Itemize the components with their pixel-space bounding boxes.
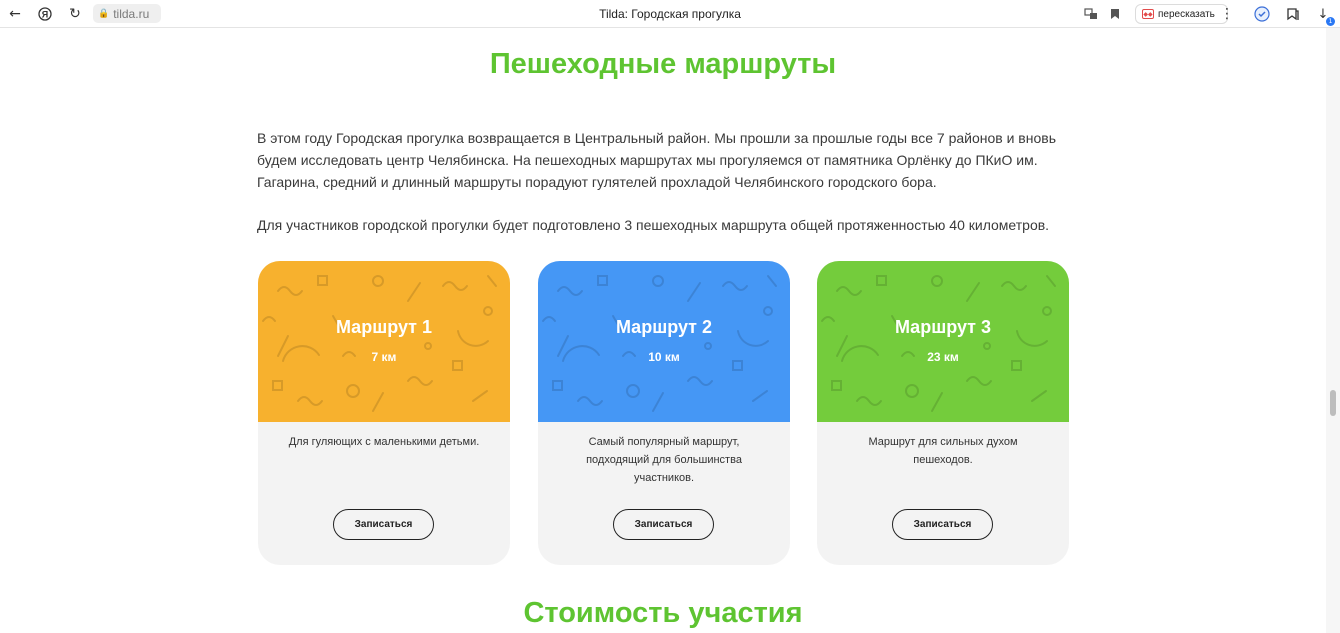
section-title: Пешеходные маршруты xyxy=(489,48,837,80)
doodle-pattern xyxy=(262,275,497,412)
summarize-button[interactable]: ◆◆ пересказать xyxy=(1135,4,1228,24)
route-title: Маршрут 1 xyxy=(335,317,433,337)
route-description: Маршрут для сильных духом пешеходов. xyxy=(868,436,1018,466)
next-section-title: Стоимость участия xyxy=(523,597,803,629)
route-distance: 23 км xyxy=(927,350,959,364)
bookmark-icon[interactable] xyxy=(1106,5,1124,23)
route-card: Маршрут 2 10 км Самый популярный маршрут… xyxy=(538,261,790,565)
route-card-header: Маршрут 3 23 км xyxy=(817,261,1069,422)
reload-icon[interactable]: ↻ xyxy=(66,5,84,23)
doodle-pattern xyxy=(821,275,1056,412)
summarize-icon: ◆◆ xyxy=(1142,9,1154,19)
route-title: Маршрут 3 xyxy=(894,317,992,337)
intro-paragraph: В этом году Городская прогулка возвращае… xyxy=(257,130,1056,190)
translate-icon[interactable] xyxy=(1082,5,1100,23)
route-card-header: Маршрут 1 7 км xyxy=(258,261,510,422)
downloads-icon[interactable]: ↓ 1 xyxy=(1314,5,1335,26)
route-distance: 10 км xyxy=(648,350,680,364)
yandex-icon[interactable]: Я xyxy=(36,5,54,23)
shield-icon[interactable] xyxy=(1253,5,1271,23)
signup-button[interactable]: Записаться xyxy=(333,509,434,540)
route-distance: 7 км xyxy=(371,350,397,364)
route-card: Маршрут 3 23 км Маршрут для сильных духо… xyxy=(817,261,1069,565)
back-icon[interactable]: ← xyxy=(6,5,24,23)
collections-icon[interactable] xyxy=(1284,5,1302,23)
browser-toolbar: ← Я ↻ 🔒 tilda.ru Tilda: Городская прогул… xyxy=(0,0,1340,28)
doodle-pattern xyxy=(542,275,777,412)
svg-text:Я: Я xyxy=(42,10,48,20)
route-card-header: Маршрут 2 10 км xyxy=(538,261,790,422)
scrollbar-thumb[interactable] xyxy=(1330,390,1336,416)
lock-icon: 🔒 xyxy=(98,8,110,19)
more-icon[interactable]: ⋮ xyxy=(1218,5,1236,23)
address-url: tilda.ru xyxy=(113,6,150,21)
page-scrollbar[interactable] xyxy=(1326,28,1340,633)
signup-button[interactable]: Записаться xyxy=(613,509,714,540)
summarize-label: пересказать xyxy=(1158,8,1215,20)
address-bar[interactable]: 🔒 tilda.ru xyxy=(93,4,161,23)
signup-button[interactable]: Записаться xyxy=(892,509,993,540)
route-description: Самый популярный маршрут, подходящий для… xyxy=(586,436,742,484)
summary-paragraph: Для участников городской прогулки будет … xyxy=(257,217,1050,233)
route-card: Маршрут 1 7 км Для гуляющих с маленькими… xyxy=(258,261,510,565)
route-title: Маршрут 2 xyxy=(615,317,713,337)
route-description: Для гуляющих с маленькими детьми. xyxy=(288,436,480,448)
